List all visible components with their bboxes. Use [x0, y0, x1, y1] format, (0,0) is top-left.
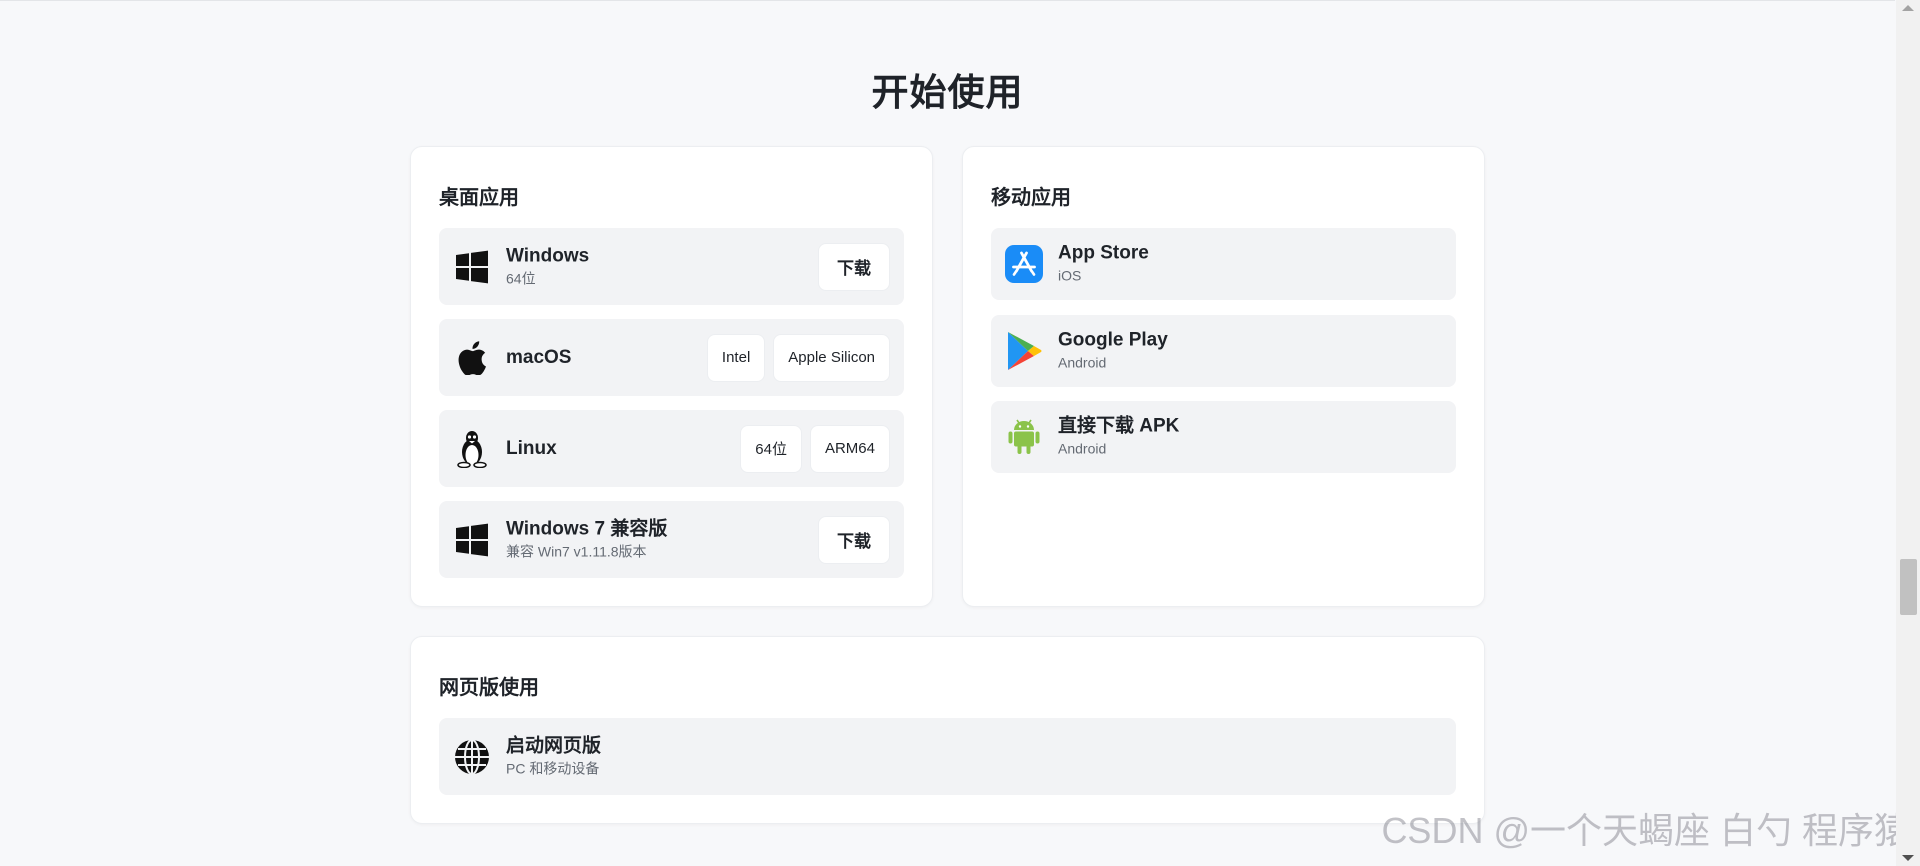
- windows-icon: [453, 248, 491, 286]
- item-name: macOS: [506, 346, 572, 368]
- android-icon: [1005, 418, 1043, 456]
- globe-icon: [453, 738, 491, 776]
- item-text: Windows 64位: [506, 245, 589, 288]
- item-text: Windows 7 兼容版 兼容 Win7 v1.11.8版本: [506, 518, 667, 561]
- download-item-linux: Linux 64位 ARM64: [439, 410, 904, 487]
- item-subtitle: 兼容 Win7 v1.11.8版本: [506, 543, 647, 559]
- scroll-down-arrow-icon[interactable]: [1902, 855, 1914, 861]
- web-version-card: 网页版使用 启动网页版 PC 和移动设备: [410, 636, 1485, 824]
- macos-intel-button[interactable]: Intel: [706, 333, 766, 382]
- item-name: 启动网页版: [506, 735, 602, 756]
- linux-arm64-button[interactable]: ARM64: [809, 424, 890, 473]
- download-item-windows: Windows 64位 下载: [439, 228, 904, 305]
- item-text: Linux: [506, 438, 557, 460]
- item-subtitle: Android: [1058, 354, 1107, 371]
- item-text: 直接下载 APK Android: [1058, 416, 1179, 459]
- mobile-apps-card: 移动应用 App Store iOS Google Play Android 直…: [962, 146, 1485, 607]
- download-item-macos: macOS Intel Apple Silicon: [439, 319, 904, 396]
- item-name: Windows: [506, 245, 590, 266]
- button-group: 64位 ARM64: [740, 424, 890, 473]
- apple-icon: [453, 339, 491, 377]
- item-subtitle: PC 和移动设备: [506, 760, 600, 776]
- scroll-up-arrow-icon[interactable]: [1902, 5, 1914, 11]
- item-text: macOS: [506, 347, 571, 369]
- item-name: Windows 7 兼容版: [506, 518, 668, 539]
- windows-icon: [453, 521, 491, 559]
- desktop-apps-title: 桌面应用: [439, 187, 519, 209]
- item-subtitle: iOS: [1058, 267, 1082, 284]
- top-divider: [0, 0, 1895, 1]
- linux-64bit-button[interactable]: 64位: [740, 424, 802, 473]
- item-subtitle: 64位: [506, 270, 536, 286]
- windows7-download-button[interactable]: 下载: [818, 515, 890, 564]
- launch-web-item[interactable]: 启动网页版 PC 和移动设备: [439, 718, 1456, 795]
- google-play-icon: [1005, 332, 1043, 370]
- button-group: Intel Apple Silicon: [706, 333, 890, 382]
- linux-icon: [453, 430, 491, 468]
- button-group: 下载: [818, 242, 890, 291]
- item-text: Google Play Android: [1058, 330, 1168, 373]
- item-subtitle: Android: [1058, 440, 1107, 457]
- button-group: 下载: [818, 515, 890, 564]
- download-item-google-play[interactable]: Google Play Android: [991, 315, 1456, 387]
- download-item-app-store[interactable]: App Store iOS: [991, 228, 1456, 300]
- web-version-title: 网页版使用: [439, 677, 539, 699]
- item-text: App Store iOS: [1058, 243, 1149, 286]
- item-name: 直接下载 APK: [1058, 415, 1180, 437]
- download-item-windows7: Windows 7 兼容版 兼容 Win7 v1.11.8版本 下载: [439, 501, 904, 578]
- item-name: Google Play: [1058, 329, 1168, 351]
- page: 开始使用 桌面应用 Windows 64位 下载 macOS Intel App…: [0, 0, 1920, 866]
- item-name: App Store: [1058, 242, 1149, 264]
- desktop-apps-card: 桌面应用 Windows 64位 下载 macOS Intel Apple Si: [410, 146, 933, 607]
- mobile-apps-title: 移动应用: [991, 187, 1071, 209]
- vertical-scrollbar[interactable]: [1896, 0, 1920, 866]
- page-title: 开始使用: [871, 72, 1024, 113]
- windows-download-button[interactable]: 下载: [818, 242, 890, 291]
- scroll-thumb[interactable]: [1900, 559, 1917, 615]
- item-name: Linux: [506, 437, 557, 459]
- download-item-apk[interactable]: 直接下载 APK Android: [991, 401, 1456, 473]
- macos-apple-silicon-button[interactable]: Apple Silicon: [773, 333, 890, 382]
- watermark: CSDN @一个天蝎座 白勺 程序猿: [1381, 810, 1910, 851]
- item-text: 启动网页版 PC 和移动设备: [506, 735, 601, 778]
- app-store-icon: [1005, 245, 1043, 283]
